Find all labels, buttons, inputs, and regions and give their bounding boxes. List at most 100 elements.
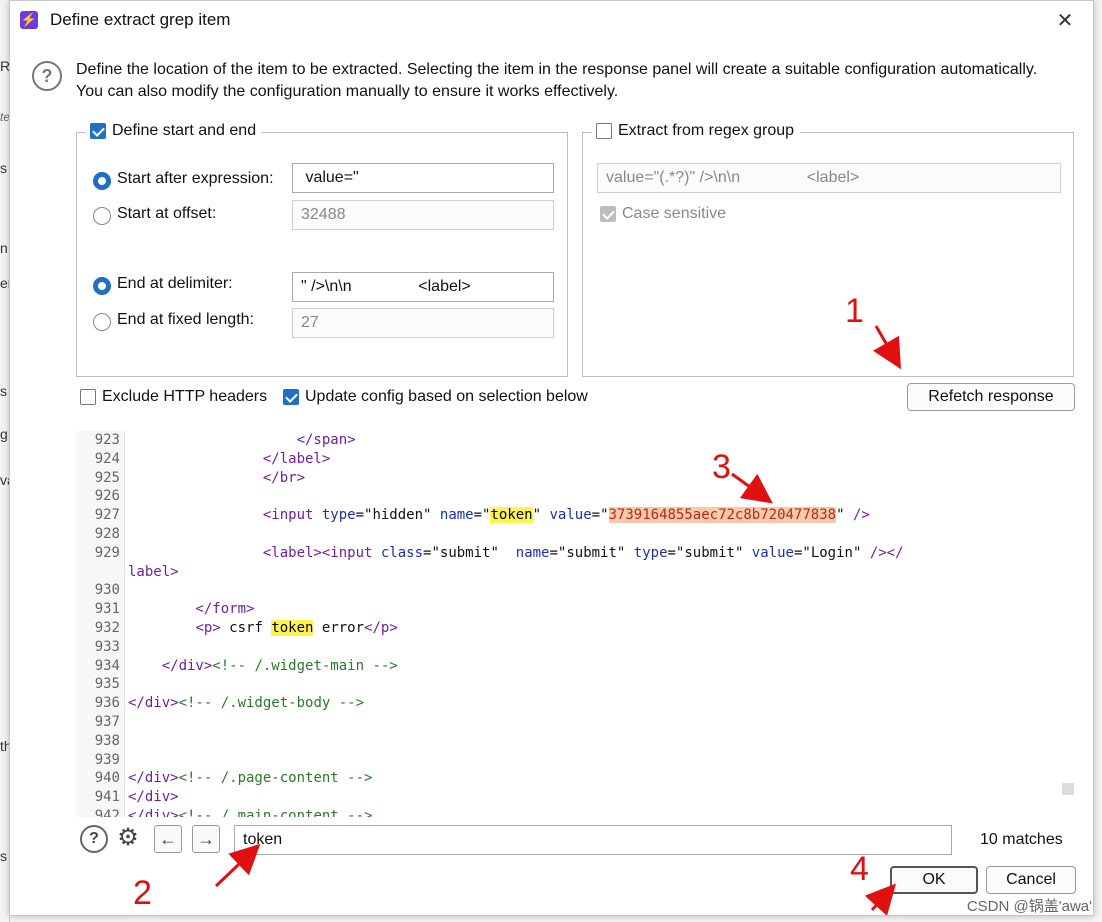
code-text: </div><!-- /.page-content --> — [128, 770, 373, 787]
regex-label: Extract from regex group — [618, 122, 795, 139]
start-end-checkbox[interactable] — [90, 123, 106, 139]
end-fixed-input[interactable]: 27 — [292, 308, 554, 338]
background-label: s — [0, 383, 7, 399]
code-line: 942 </div><!-- /.main-content --> — [76, 807, 373, 817]
line-number: 932 — [94, 620, 120, 636]
close-button[interactable]: ✕ — [1051, 7, 1079, 35]
start-after-label: Start after expression: — [117, 170, 274, 187]
code-line: 941 </div> — [76, 788, 179, 807]
start-after-radio[interactable] — [93, 172, 111, 190]
regex-checkbox[interactable] — [596, 123, 612, 139]
update-config-toggle[interactable]: Update config based on selection below — [283, 388, 588, 406]
code-line: 928 — [76, 525, 120, 544]
line-number: 930 — [94, 582, 120, 599]
code-line: 930 — [76, 581, 120, 600]
start-offset-input[interactable]: 32488 — [292, 200, 554, 230]
line-number: 924 — [94, 450, 120, 467]
code-text: <input type="hidden" name="token" value=… — [262, 507, 870, 524]
code-text: </br> — [262, 469, 306, 486]
start-end-toggle[interactable]: Define start and end — [86, 122, 263, 140]
dialog-description: Define the location of the item to be ex… — [76, 61, 1038, 100]
annotation-number-3: 3 — [712, 448, 731, 486]
code-line: 935 — [76, 675, 120, 694]
line-number: 940 — [94, 770, 120, 787]
code-text: </div> — [128, 789, 179, 806]
end-delimiter-input[interactable]: " />\n\n <label> — [292, 272, 554, 302]
code-line: 924 </label> — [76, 450, 331, 469]
dialog-title: Define extract grep item — [50, 10, 231, 29]
end-delimiter-radio[interactable] — [93, 277, 111, 295]
exclude-headers-checkbox[interactable] — [80, 389, 96, 405]
line-number: 927 — [94, 507, 120, 524]
code-line: label> — [76, 563, 179, 582]
start-offset-radio[interactable] — [93, 207, 111, 225]
code-text: </span> — [296, 432, 356, 448]
code-text: </label> — [262, 450, 331, 467]
code-line: 940 </div><!-- /.page-content --> — [76, 769, 373, 788]
update-config-checkbox[interactable] — [283, 389, 299, 405]
watermark: CSDN @锅盖'awa' — [966, 898, 1092, 915]
start-end-label: Define start and end — [112, 122, 257, 139]
line-number: 942 — [94, 808, 120, 817]
help-icon: ? — [32, 61, 62, 91]
response-editor[interactable]: 923 </span> 924 </label> 925 </br> 926 927 <… — [76, 431, 1076, 817]
regex-toggle[interactable]: Extract from regex group — [592, 122, 801, 140]
exclude-headers-label: Exclude HTTP headers — [102, 388, 268, 405]
line-number: 938 — [94, 732, 120, 749]
line-number: 939 — [94, 751, 120, 768]
regex-input[interactable]: value="(.*?)" />\n\n <label> — [597, 163, 1061, 193]
match-count: 10 matches — [980, 831, 1063, 848]
code-line: 932 <p> csrf token error</p> — [76, 619, 398, 638]
code-line: 933 — [76, 638, 120, 657]
code-line: 931 </form> — [76, 600, 255, 619]
title-bar: ⚡ Define extract grep item ✕ — [10, 1, 1093, 39]
end-delimiter-label: End at delimiter: — [117, 275, 233, 292]
annotation-number-1: 1 — [845, 292, 864, 330]
code-line: 929 <label><input class="submit" name="s… — [76, 544, 904, 563]
start-offset-label: Start at offset: — [117, 205, 217, 222]
case-sensitive-label: Case sensitive — [622, 205, 727, 222]
code-text: label> — [128, 563, 179, 580]
code-line: 937 — [76, 713, 120, 732]
start-after-input[interactable]: value=" — [292, 163, 554, 193]
refetch-response-button[interactable]: Refetch response — [907, 383, 1075, 411]
gear-icon[interactable]: ⚙ — [114, 825, 142, 853]
scrollbar-thumb[interactable] — [1062, 783, 1074, 795]
cancel-button[interactable]: Cancel — [986, 866, 1076, 894]
end-fixed-radio[interactable] — [93, 313, 111, 331]
code-text: </div><!-- /.widget-body --> — [128, 695, 365, 712]
code-text: </div><!-- /.main-content --> — [128, 808, 373, 817]
line-number: 934 — [94, 657, 120, 674]
annotation-number-4: 4 — [850, 850, 869, 888]
next-arrow-icon[interactable]: → — [192, 825, 220, 853]
line-number: 935 — [94, 676, 120, 693]
code-text: </div><!-- /.widget-main --> — [161, 657, 398, 674]
case-sensitive-checkbox[interactable] — [600, 206, 616, 222]
line-number: 926 — [94, 488, 120, 505]
case-sensitive-toggle[interactable]: Case sensitive — [600, 205, 726, 223]
code-text: <label><input class="submit" name="submi… — [262, 544, 904, 561]
line-number: 931 — [94, 601, 120, 618]
line-number: 923 — [94, 432, 120, 448]
code-line: 938 — [76, 732, 120, 751]
code-text: <p> csrf token error</p> — [195, 620, 398, 636]
exclude-headers-toggle[interactable]: Exclude HTTP headers — [80, 388, 267, 406]
help-icon[interactable]: ? — [80, 825, 108, 853]
line-number: 937 — [94, 714, 120, 730]
ok-button[interactable]: OK — [890, 866, 978, 894]
line-number: 936 — [94, 695, 120, 712]
extract-grep-dialog: ⚡ Define extract grep item ✕ ? Define th… — [9, 0, 1094, 916]
background-label: n — [0, 240, 8, 256]
line-number: 925 — [94, 469, 120, 486]
search-input[interactable]: token — [234, 825, 952, 855]
code-line: 934 </div><!-- /.widget-main --> — [76, 657, 398, 676]
code-line: 925 </br> — [76, 469, 305, 488]
lightning-icon: ⚡ — [20, 11, 38, 29]
background-label: g — [0, 426, 8, 442]
previous-arrow-icon[interactable]: ← — [154, 825, 182, 853]
code-line: 926 — [76, 487, 120, 506]
line-number: 928 — [94, 526, 120, 542]
end-fixed-label: End at fixed length: — [117, 311, 254, 328]
line-number: 941 — [94, 789, 120, 806]
code-line: 936 </div><!-- /.widget-body --> — [76, 694, 364, 713]
